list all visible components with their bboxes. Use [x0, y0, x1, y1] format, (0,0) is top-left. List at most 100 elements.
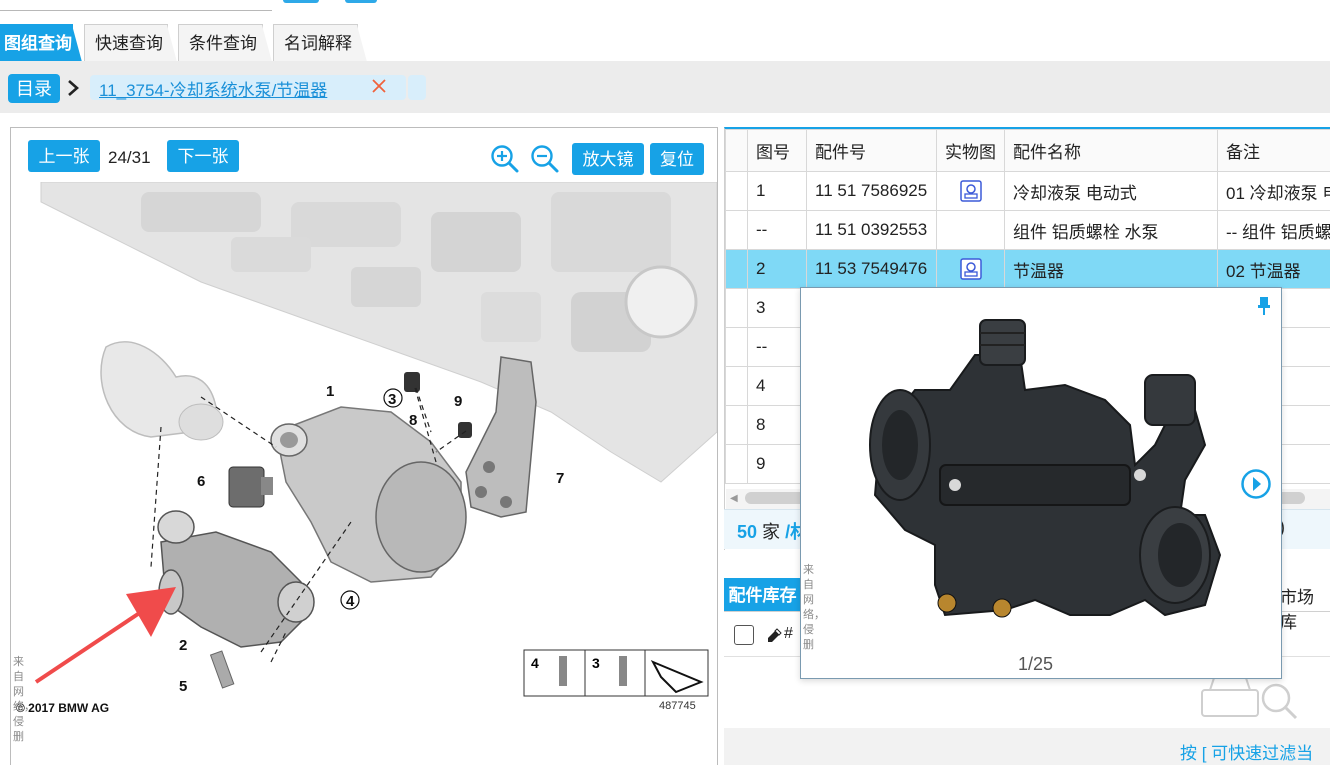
callout-label: 2 — [179, 637, 187, 654]
eraser-icon[interactable] — [766, 627, 782, 643]
scroll-left-icon[interactable]: ◀ — [730, 493, 738, 504]
grommet-drawing — [404, 372, 420, 392]
parts-diagram[interactable]: 1 2 3 4 5 6 7 8 9 4 3 © 2017 BMW AG 4877… — [11, 182, 717, 765]
callout-label: 6 — [197, 473, 205, 490]
table-cell: 组件 铝质螺栓 水泵 — [1004, 210, 1218, 250]
callout-label: 8 — [409, 412, 417, 429]
zoom-in-icon[interactable] — [490, 144, 520, 174]
table-cell: 11 51 0392553 — [806, 210, 937, 250]
magnifier-button[interactable]: 放大镜 — [572, 143, 644, 175]
photo-icon[interactable] — [959, 180, 982, 202]
top-button-stub[interactable] — [283, 0, 319, 3]
callout-label: 7 — [556, 470, 564, 487]
prev-image-button[interactable]: 上一张 — [28, 140, 100, 172]
table-row[interactable]: 2 11 53 7549476 节温器 02 节温器 — [725, 249, 1330, 289]
next-image-button[interactable]: 下一张 — [167, 140, 239, 172]
table-cell: 11 53 7549476 — [806, 249, 937, 289]
callout-label: 9 — [454, 393, 462, 410]
zoom-out-icon[interactable] — [530, 144, 560, 174]
table-row[interactable]: 1 11 51 7586925 冷却液泵 电动式 01 冷却液泵 电 — [725, 171, 1330, 211]
bracket-drawing — [465, 356, 537, 518]
index-column-header: # — [784, 625, 793, 642]
supplier-count-unit: 家 — [762, 522, 781, 542]
table-cell: 冷却液泵 电动式 — [1004, 171, 1218, 211]
table-cell — [725, 366, 748, 406]
table-cell: 节温器 — [1004, 249, 1218, 289]
tab-label: 条件查询 — [189, 34, 257, 53]
tab-label: 快速查询 — [95, 34, 163, 53]
table-cell: 11 51 7586925 — [806, 171, 937, 211]
table-header-cell — [725, 129, 748, 172]
table-cell: 2 — [747, 249, 807, 289]
callout-label: 3 — [388, 391, 396, 408]
part-photo — [869, 319, 1222, 618]
table-cell — [936, 210, 1005, 250]
table-cell: -- — [747, 327, 807, 367]
watermark-text: 来自网络，侵删 — [13, 656, 35, 743]
table-header-cell[interactable]: 配件名称 — [1004, 129, 1218, 172]
next-photo-icon[interactable] — [1240, 468, 1272, 500]
tab-label: 图组查询 — [4, 34, 72, 53]
table-cell — [725, 327, 748, 367]
table-header-cell[interactable]: 图号 — [747, 129, 807, 172]
photo-icon[interactable] — [959, 258, 982, 280]
main-tabs: 图组查询 快速查询 条件查询 名词解释 — [0, 24, 1330, 62]
table-cell: 3 — [747, 288, 807, 328]
red-arrow-annotation — [34, 587, 176, 684]
image-number: 487745 — [659, 700, 696, 712]
table-cell — [725, 249, 748, 289]
table-cell — [936, 249, 1005, 289]
tab-quick-query[interactable]: 快速查询 — [84, 24, 177, 62]
top-search-underline — [0, 10, 272, 11]
table-header-cell[interactable]: 配件号 — [806, 129, 937, 172]
supplier-count-value: 50 — [737, 522, 758, 542]
reset-button[interactable]: 复位 — [650, 143, 704, 175]
catalog-button[interactable]: 目录 — [8, 74, 60, 103]
table-cell: 8 — [747, 405, 807, 445]
legend-label: 3 — [592, 655, 600, 671]
table-header-row: 图号 配件号 实物图 配件名称 备注 — [725, 129, 1330, 172]
tab-parts-stock[interactable]: 配件库存 — [724, 578, 801, 611]
top-button-stub[interactable] — [345, 0, 377, 3]
thermostat-drawing — [157, 510, 315, 689]
callout-label: 4 — [346, 593, 355, 610]
breadcrumb-link[interactable]: 11_3754-冷却系统水泵/节温器 — [99, 76, 327, 101]
tab-condition-query[interactable]: 条件查询 — [178, 24, 272, 62]
chevron-right-icon — [68, 80, 79, 96]
table-cell: -- 组件 铝质螺 — [1217, 210, 1330, 250]
tab-group-query[interactable]: 图组查询 — [0, 24, 82, 62]
table-cell: 1 — [747, 171, 807, 211]
pin-icon[interactable] — [1257, 296, 1271, 316]
close-icon[interactable] — [370, 77, 388, 95]
table-cell: 4 — [747, 366, 807, 406]
callout-label: 1 — [326, 383, 334, 400]
table-cell — [725, 171, 748, 211]
damper-drawing — [458, 422, 472, 438]
table-cell: 02 节温器 — [1217, 249, 1330, 289]
table-cell — [936, 171, 1005, 211]
page-indicator: 24/31 — [108, 148, 151, 167]
filter-hint: 按 [ 可快速过滤当前 — [1180, 744, 1314, 763]
supplier-count[interactable]: 50 家 /材 — [737, 518, 808, 544]
table-cell — [725, 210, 748, 250]
table-header-cell[interactable]: 实物图 — [936, 129, 1005, 172]
tab-glossary[interactable]: 名词解释 — [273, 24, 367, 62]
tab-label: 名词解释 — [284, 34, 352, 53]
callout-label: 5 — [179, 678, 187, 695]
table-cell — [725, 405, 748, 445]
table-cell — [725, 444, 748, 484]
table-cell — [725, 288, 748, 328]
table-row[interactable]: -- 11 51 0392553 组件 铝质螺栓 水泵 -- 组件 铝质螺 — [725, 210, 1330, 250]
empty-state-icon — [1201, 677, 1298, 720]
table-cell: 9 — [747, 444, 807, 484]
table-cell: -- — [747, 210, 807, 250]
legend-box: 4 3 — [523, 649, 709, 697]
water-pump-drawing — [270, 406, 467, 583]
photo-counter: 1/25 — [1018, 654, 1054, 674]
table-header-cell[interactable]: 备注 — [1217, 129, 1330, 172]
breadcrumb-item-stub — [408, 75, 426, 100]
select-all-checkbox[interactable] — [734, 625, 754, 645]
legend-label: 4 — [531, 655, 539, 671]
hose-drawing — [100, 341, 224, 441]
watermark-text: 来自网络，侵删 — [803, 564, 825, 651]
